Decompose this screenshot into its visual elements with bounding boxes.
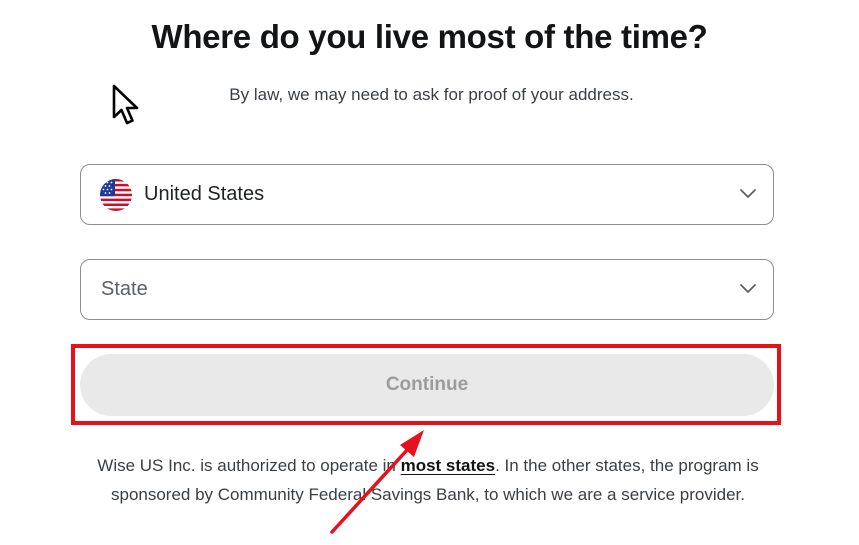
state-select-placeholder: State bbox=[101, 278, 148, 300]
chevron-down-icon bbox=[740, 189, 756, 198]
annotation-highlight-box bbox=[71, 344, 781, 425]
page-title: Where do you live most of the time? bbox=[151, 18, 708, 55]
chevron-down-icon bbox=[740, 284, 756, 293]
country-select[interactable]: United States bbox=[80, 164, 774, 225]
legal-disclaimer: Wise US Inc. is authorized to operate in… bbox=[70, 451, 786, 509]
disclaimer-text-before: Wise US Inc. is authorized to operate in bbox=[97, 456, 401, 475]
most-states-link[interactable]: most states bbox=[401, 456, 495, 475]
country-select-value: United States bbox=[144, 183, 265, 205]
state-select[interactable]: State bbox=[80, 259, 774, 320]
us-flag-icon bbox=[100, 179, 132, 211]
mouse-cursor-icon bbox=[112, 84, 139, 125]
page: Where do you live most of the time? By l… bbox=[0, 0, 859, 545]
